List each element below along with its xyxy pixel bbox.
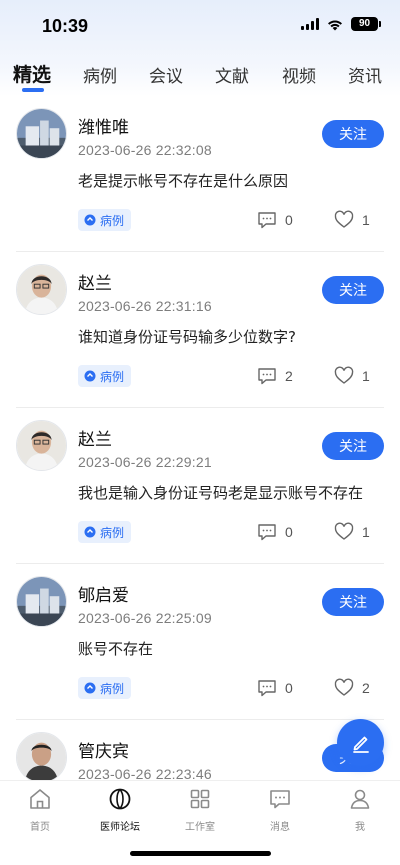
post-author[interactable]: 管庆宾 xyxy=(78,737,129,762)
nav-label: 医师论坛 xyxy=(100,822,140,833)
status-bar: 10:39 90 xyxy=(0,0,400,52)
tag-icon xyxy=(84,526,96,538)
edit-post-button[interactable] xyxy=(337,719,384,766)
edit-pen-icon xyxy=(352,736,369,753)
comment-icon xyxy=(258,680,276,697)
tab-news[interactable]: 资讯 xyxy=(348,62,382,87)
tab-videos[interactable]: 视频 xyxy=(282,62,316,87)
post-author[interactable]: 潍惟唯 xyxy=(78,113,129,138)
follow-button[interactable]: 关注 xyxy=(322,120,384,148)
comment-count: 0 xyxy=(285,524,293,540)
post-card[interactable]: 郇启爱 2023-06-26 22:25:09 账号不存在 关注 病例 0 2 xyxy=(0,564,400,720)
active-tab-indicator xyxy=(22,88,44,92)
tab-meetings[interactable]: 会议 xyxy=(149,62,183,87)
person-photo-avatar[interactable] xyxy=(16,732,67,780)
nav-studio[interactable]: 工作室 xyxy=(160,787,240,833)
status-icons: 90 xyxy=(301,17,381,31)
person-photo-avatar[interactable] xyxy=(16,264,67,315)
post-time: 2023-06-26 22:29:21 xyxy=(78,454,212,470)
post-content[interactable]: 我也是输入身份证号码老是显示账号不存在 xyxy=(78,482,363,503)
comment-icon xyxy=(258,212,276,229)
signal-icon xyxy=(301,18,319,30)
forum-globe-icon xyxy=(109,788,131,810)
tag-label: 病例 xyxy=(100,369,125,384)
like-stat[interactable]: 2 xyxy=(334,678,370,698)
nav-label: 首页 xyxy=(30,822,50,833)
category-tag[interactable]: 病例 xyxy=(78,677,132,699)
like-stat[interactable]: 1 xyxy=(334,522,370,542)
nav-messages[interactable]: 消息 xyxy=(240,787,320,833)
building-photo-avatar[interactable] xyxy=(16,576,67,627)
nav-home[interactable]: 首页 xyxy=(0,787,80,833)
post-feed[interactable]: 潍惟唯 2023-06-26 22:32:08 老是提示帐号不存在是什么原因 关… xyxy=(0,96,400,780)
heart-icon xyxy=(334,678,354,696)
follow-button[interactable]: 关注 xyxy=(322,588,384,616)
like-count: 1 xyxy=(362,212,370,228)
comment-count: 2 xyxy=(285,368,293,384)
post-author[interactable]: 赵兰 xyxy=(78,425,112,450)
follow-button[interactable]: 关注 xyxy=(322,432,384,460)
like-count: 2 xyxy=(362,680,370,696)
tag-icon xyxy=(84,370,96,382)
tag-label: 病例 xyxy=(100,525,125,540)
comment-stat[interactable]: 2 xyxy=(257,366,293,386)
nav-label: 我 xyxy=(355,822,365,833)
like-count: 1 xyxy=(362,368,370,384)
post-time: 2023-06-26 22:32:08 xyxy=(78,142,212,158)
tab-literature[interactable]: 文献 xyxy=(215,62,249,87)
battery-icon: 90 xyxy=(351,17,381,31)
post-content[interactable]: 账号不存在 xyxy=(78,638,153,659)
comment-stat[interactable]: 0 xyxy=(257,678,293,698)
tab-featured[interactable]: 精选 xyxy=(13,60,51,87)
post-card[interactable]: 潍惟唯 2023-06-26 22:32:08 老是提示帐号不存在是什么原因 关… xyxy=(0,96,400,252)
tab-cases[interactable]: 病例 xyxy=(83,62,117,87)
heart-icon xyxy=(334,522,354,540)
nav-profile[interactable]: 我 xyxy=(320,787,400,833)
tag-icon xyxy=(84,682,96,694)
message-icon xyxy=(270,790,290,809)
tag-icon xyxy=(84,214,96,226)
person-photo-avatar[interactable] xyxy=(16,420,67,471)
comment-stat[interactable]: 0 xyxy=(257,522,293,542)
post-content[interactable]: 老是提示帐号不存在是什么原因 xyxy=(78,170,288,191)
tag-label: 病例 xyxy=(100,213,125,228)
post-time: 2023-06-26 22:31:16 xyxy=(78,298,212,314)
heart-icon xyxy=(334,366,354,384)
heart-icon xyxy=(334,210,354,228)
post-author[interactable]: 郇启爱 xyxy=(78,581,129,606)
post-card[interactable]: 赵兰 2023-06-26 22:31:16 谁知道身份证号码输多少位数字? 关… xyxy=(0,252,400,408)
post-time: 2023-06-26 22:23:46 xyxy=(78,766,212,780)
comment-count: 0 xyxy=(285,680,293,696)
post-content[interactable]: 谁知道身份证号码输多少位数字? xyxy=(78,326,296,347)
post-card[interactable]: 赵兰 2023-06-26 22:29:21 我也是输入身份证号码老是显示账号不… xyxy=(0,408,400,564)
home-indicator xyxy=(130,851,271,856)
wifi-icon xyxy=(328,20,342,30)
category-tag[interactable]: 病例 xyxy=(78,521,132,543)
status-time: 10:39 xyxy=(42,16,89,36)
post-author[interactable]: 赵兰 xyxy=(78,269,112,294)
category-tabs: 精选 病例 会议 文献 视频 资讯 xyxy=(0,58,400,96)
tag-label: 病例 xyxy=(100,681,125,696)
follow-button[interactable]: 关注 xyxy=(322,276,384,304)
comment-icon xyxy=(258,368,276,385)
post-time: 2023-06-26 22:25:09 xyxy=(78,610,212,626)
nav-forum[interactable]: 医师论坛 xyxy=(80,787,160,833)
like-stat[interactable]: 1 xyxy=(334,210,370,230)
building-photo-avatar[interactable] xyxy=(16,108,67,159)
like-count: 1 xyxy=(362,524,370,540)
comment-icon xyxy=(258,524,276,541)
comment-stat[interactable]: 0 xyxy=(257,210,293,230)
home-icon xyxy=(30,789,50,809)
nav-label: 消息 xyxy=(270,822,290,833)
like-stat[interactable]: 1 xyxy=(334,366,370,386)
category-tag[interactable]: 病例 xyxy=(78,209,132,231)
nav-label: 工作室 xyxy=(185,822,215,833)
category-tag[interactable]: 病例 xyxy=(78,365,132,387)
grid-icon xyxy=(190,789,210,809)
profile-icon xyxy=(350,789,370,809)
comment-count: 0 xyxy=(285,212,293,228)
